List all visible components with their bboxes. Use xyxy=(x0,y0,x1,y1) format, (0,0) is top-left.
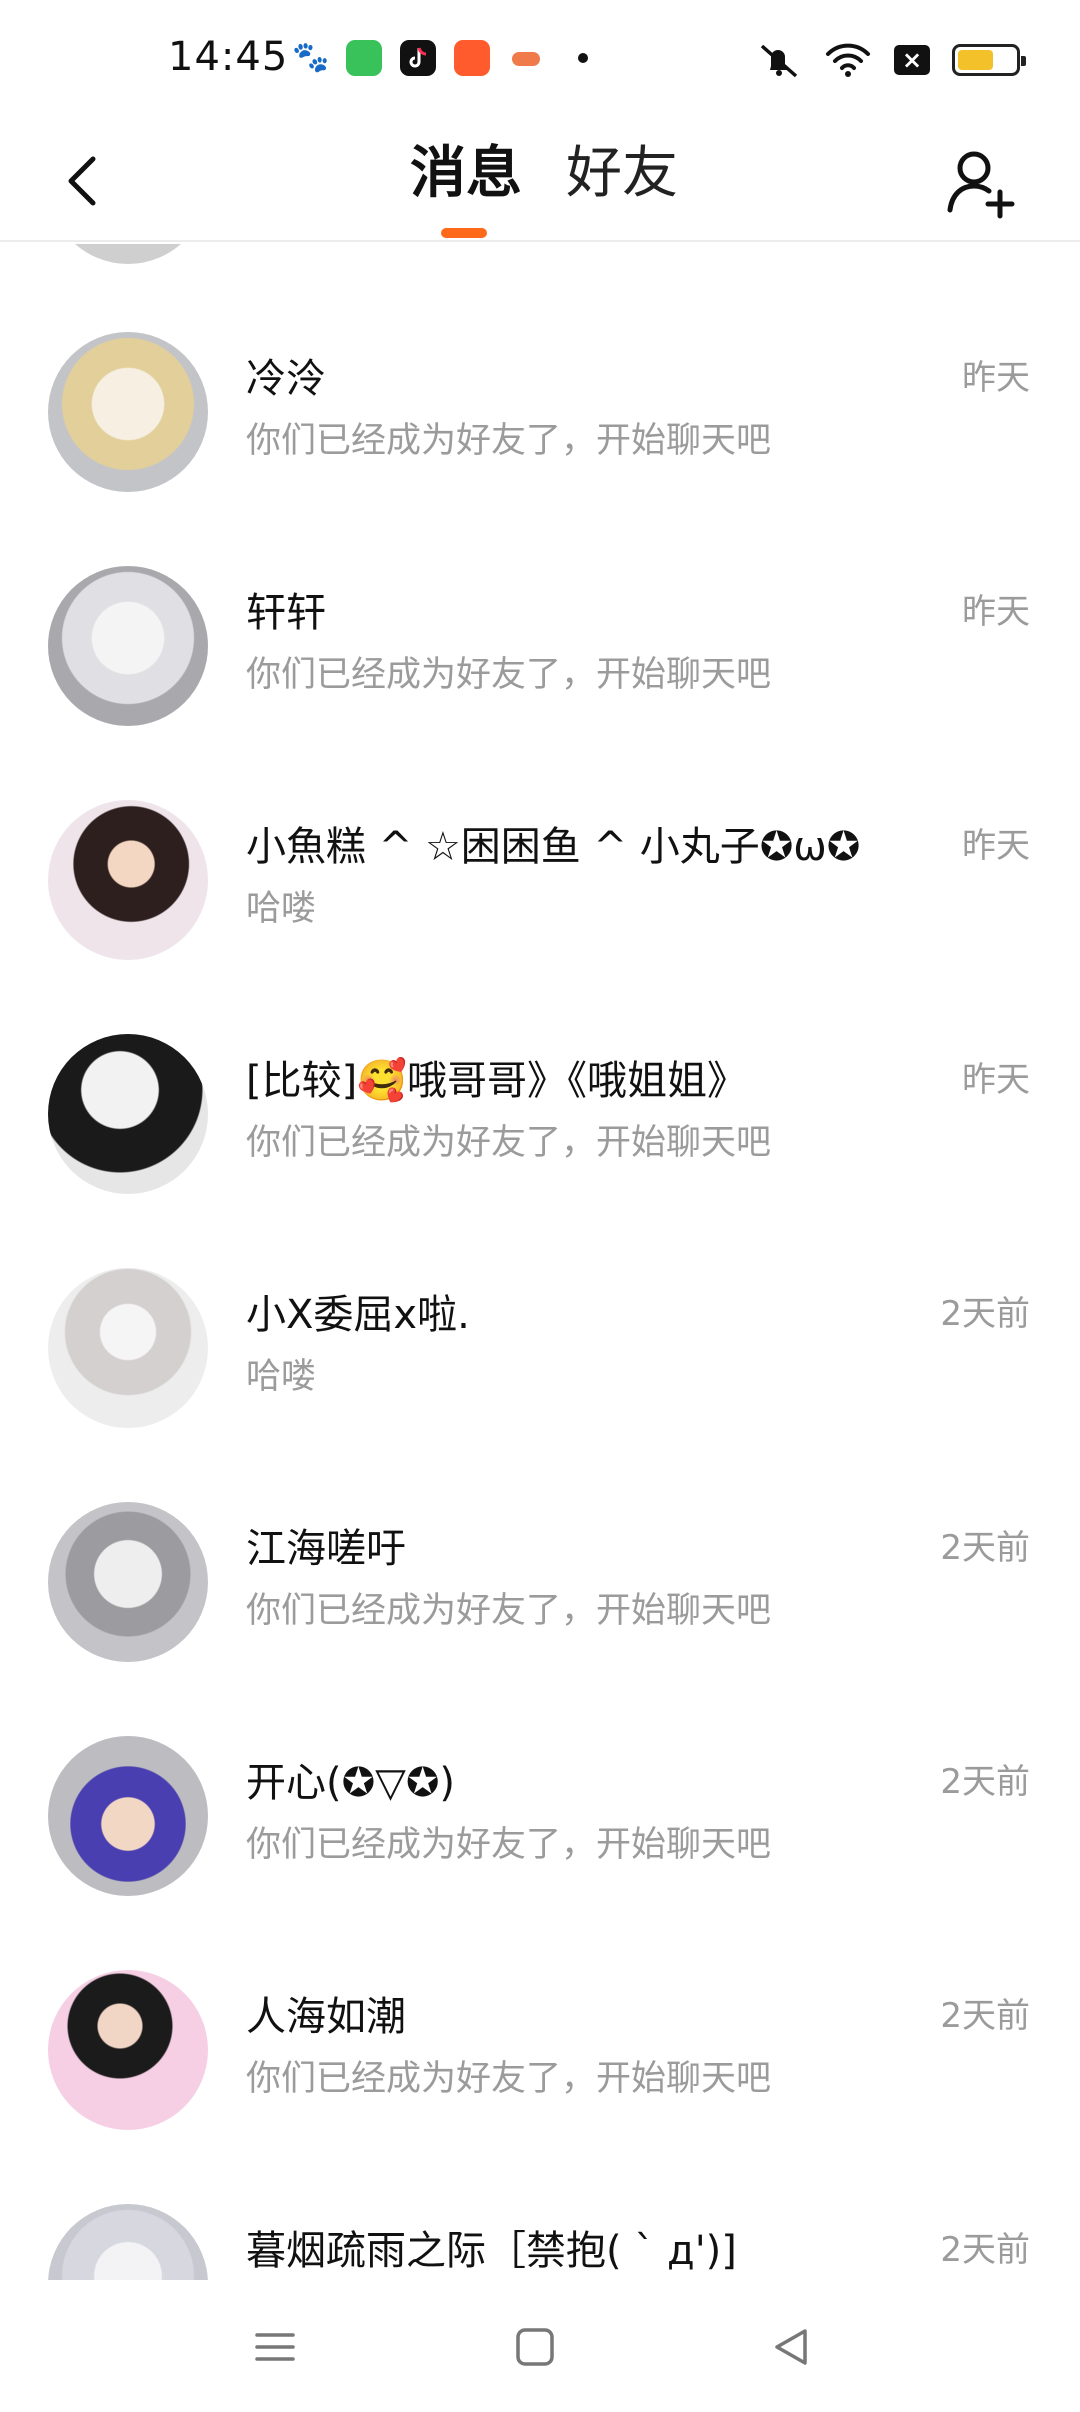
chat-time: 昨天 xyxy=(962,592,1030,632)
mute-icon xyxy=(760,44,798,78)
chat-preview: 你们已经成为好友了，开始聊天吧 xyxy=(246,421,772,461)
avatar xyxy=(48,244,208,264)
green-app-icon xyxy=(346,40,382,76)
messages-screen: 14:45 🐾 × 消息 好友 冷泠 你们已经成为好友了，开始聊天吧 昨天 轩轩… xyxy=(0,0,1080,2412)
chat-name: 小X委屈x啦. xyxy=(246,1292,470,1338)
status-bar: 14:45 🐾 × xyxy=(0,0,1080,126)
chat-item[interactable]: 小X委屈x啦. 哈喽 2天前 xyxy=(0,1268,1080,1502)
add-friend-icon xyxy=(947,151,1015,219)
chat-item[interactable]: 小魚糕 ^ ☆困困鱼 ^ 小丸子✪ω✪ 哈喽 昨天 xyxy=(0,800,1080,1034)
chat-name: 江海嗟吁 xyxy=(246,1526,406,1572)
avatar xyxy=(48,566,208,726)
chat-preview: 你们已经成为好友了，开始聊天吧 xyxy=(246,1123,772,1163)
back-button[interactable] xyxy=(46,146,116,216)
chat-name: 人海如潮 xyxy=(246,1994,406,2040)
chat-preview: 哈喽 xyxy=(246,1357,317,1397)
status-right-icons: × xyxy=(756,40,1026,80)
chat-item[interactable]: 轩轩 你们已经成为好友了，开始聊天吧 昨天 xyxy=(0,566,1080,800)
avatar xyxy=(48,1502,208,1662)
chat-time: 2天前 xyxy=(940,1762,1030,1802)
wifi-icon xyxy=(826,43,870,77)
avatar xyxy=(48,2204,208,2280)
more-notifications-dot xyxy=(578,53,588,63)
status-app-icons: 🐾 xyxy=(292,40,588,76)
avatar xyxy=(48,1034,208,1194)
tab-messages[interactable]: 消息 xyxy=(410,134,522,214)
chat-preview: 你们已经成为好友了，开始聊天吧 xyxy=(246,2059,772,2099)
battery-icon xyxy=(952,44,1026,76)
home-button[interactable] xyxy=(500,2312,570,2382)
chat-time: 昨天 xyxy=(962,358,1030,398)
active-tab-indicator xyxy=(441,228,487,238)
avatar xyxy=(48,1268,208,1428)
back-triangle-icon xyxy=(775,2329,807,2365)
chat-item[interactable]: 人海如潮 你们已经成为好友了，开始聊天吧 2天前 xyxy=(0,1970,1080,2204)
tab-friends[interactable]: 好友 xyxy=(566,134,678,214)
chat-time: 2天前 xyxy=(940,1528,1030,1568)
chat-item[interactable]: 江海嗟吁 你们已经成为好友了，开始聊天吧 2天前 xyxy=(0,1502,1080,1736)
avatar xyxy=(48,1736,208,1896)
avatar xyxy=(48,800,208,960)
no-sim-icon: × xyxy=(894,45,930,75)
chat-name: 小魚糕 ^ ☆困困鱼 ^ 小丸子✪ω✪ xyxy=(246,824,861,870)
chat-item[interactable]: [比较]🥰哦哥哥》《哦姐姐》 你们已经成为好友了，开始聊天吧 昨天 xyxy=(0,1034,1080,1268)
chat-time: 2天前 xyxy=(940,1294,1030,1334)
chat-item[interactable]: 冷泠 你们已经成为好友了，开始聊天吧 昨天 xyxy=(0,332,1080,566)
add-friend-button[interactable] xyxy=(940,144,1020,224)
tiktok-app-icon xyxy=(400,40,436,76)
baidu-app-icon: 🐾 xyxy=(292,40,330,75)
chat-time: 2天前 xyxy=(940,2230,1030,2270)
recent-apps-button[interactable] xyxy=(240,2312,310,2382)
back-arrow-icon xyxy=(68,156,96,206)
orange-app-icon xyxy=(454,40,490,76)
system-nav-bar xyxy=(0,2280,1080,2412)
chat-name: 冷泠 xyxy=(246,356,326,402)
menu-icon xyxy=(255,2333,295,2361)
chat-list[interactable]: 冷泠 你们已经成为好友了，开始聊天吧 昨天 轩轩 你们已经成为好友了，开始聊天吧… xyxy=(0,244,1080,2280)
chat-preview: 你们已经成为好友了，开始聊天吧 xyxy=(246,1591,772,1631)
chat-name: 开心(✪▽✪) xyxy=(246,1760,456,1806)
chat-preview: 你们已经成为好友了，开始聊天吧 xyxy=(246,655,772,695)
chat-time: 昨天 xyxy=(962,826,1030,866)
status-time: 14:45 xyxy=(168,34,289,80)
chat-name: 轩轩 xyxy=(246,590,326,636)
chat-name: 暮烟疏雨之际［禁抱( ˋ д')] xyxy=(246,2228,737,2274)
chat-time: 昨天 xyxy=(962,1060,1030,1100)
chat-preview: 哈喽 xyxy=(246,889,317,929)
battery-level xyxy=(958,50,993,70)
system-back-button[interactable] xyxy=(756,2312,826,2382)
chat-name: [比较]🥰哦哥哥》《哦姐姐》 xyxy=(246,1058,748,1104)
avatar xyxy=(48,1970,208,2130)
avatar xyxy=(48,332,208,492)
chat-item[interactable]: 暮烟疏雨之际［禁抱( ˋ д')] 2天前 xyxy=(0,2204,1080,2280)
top-nav-header: 消息 好友 xyxy=(0,126,1080,242)
chat-time: 2天前 xyxy=(940,1996,1030,2036)
home-square-icon xyxy=(516,2328,554,2366)
chat-item[interactable]: 开心(✪▽✪) 你们已经成为好友了，开始聊天吧 2天前 xyxy=(0,1736,1080,1970)
chat-preview: 你们已经成为好友了，开始聊天吧 xyxy=(246,1825,772,1865)
game-app-icon xyxy=(508,40,544,76)
